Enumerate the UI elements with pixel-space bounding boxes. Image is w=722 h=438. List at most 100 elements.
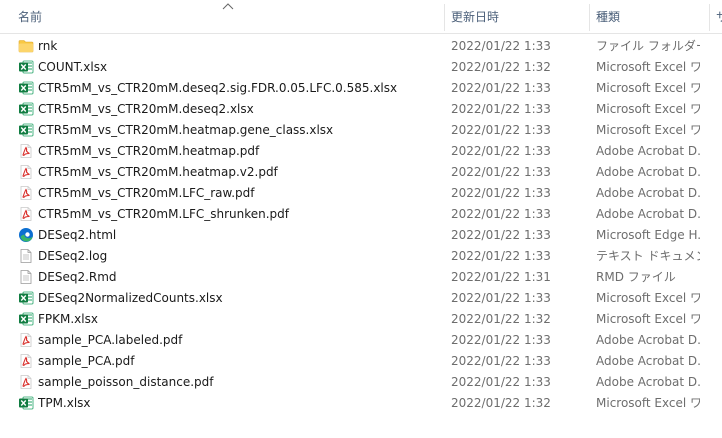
file-row[interactable]: DESeq2NormalizedCounts.xlsx 2022/01/22 1:… [0,288,722,309]
file-name: sample_PCA.labeled.pdf [38,333,183,347]
file-row[interactable]: CTR5mM_vs_CTR20mM.heatmap.pdf 2022/01/22 … [0,141,722,162]
file-name: DESeq2.html [38,228,117,242]
excel-icon [18,311,34,327]
file-row[interactable]: rnk 2022/01/22 1:33 ファイル フォルダー [0,36,722,57]
text-file-icon [18,248,34,264]
pdf-icon [18,185,34,201]
text-file-icon [18,269,34,285]
file-type: Microsoft Excel ワ [596,81,700,95]
file-modified-date: 2022/01/22 1:32 [451,396,551,410]
file-modified-date: 2022/01/22 1:33 [451,291,551,305]
file-row[interactable]: CTR5mM_vs_CTR20mM.heatmap.v2.pdf 2022/01/… [0,162,722,183]
file-type: Microsoft Edge H... [596,228,700,242]
file-row[interactable]: sample_PCA.pdf 2022/01/22 1:33 Adobe Acrob… [0,351,722,372]
file-row[interactable]: COUNT.xlsx 2022/01/22 1:32 Microsoft Excel… [0,57,722,78]
column-separator[interactable] [589,4,590,31]
excel-icon [18,290,34,306]
file-name: sample_poisson_distance.pdf [38,375,214,389]
file-type: テキスト ドキュメント [596,249,700,263]
excel-icon [18,395,34,411]
file-row[interactable]: DESeq2.log 2022/01/22 1:33 テキスト ドキュメント [0,246,722,267]
file-list: rnk 2022/01/22 1:33 ファイル フォルダー COUNT.xlsx 20… [0,36,722,414]
file-name: DESeq2NormalizedCounts.xlsx [38,291,223,305]
column-header-date[interactable]: 更新日時 [451,0,581,34]
pdf-icon [18,164,34,180]
file-modified-date: 2022/01/22 1:33 [451,39,551,53]
file-row[interactable]: sample_poisson_distance.pdf 2022/01/22 1:… [0,372,722,393]
file-modified-date: 2022/01/22 1:33 [451,207,551,221]
file-modified-date: 2022/01/22 1:33 [451,186,551,200]
file-type: Microsoft Excel ワ [596,102,700,116]
file-type: Adobe Acrobat D... [596,354,700,368]
file-modified-date: 2022/01/22 1:33 [451,228,551,242]
file-name: COUNT.xlsx [38,60,108,74]
file-row[interactable]: TPM.xlsx 2022/01/22 1:32 Microsoft Excel ワ [0,393,722,414]
file-explorer: 名前 更新日時 種類 サ rnk 2022/01/22 1:33 ファイル フォルダ… [0,0,722,438]
file-type: RMD ファイル [596,270,676,284]
column-header: 名前 更新日時 種類 サ [0,0,722,34]
file-name: sample_PCA.pdf [38,354,135,368]
file-modified-date: 2022/01/22 1:33 [451,81,551,95]
file-modified-date: 2022/01/22 1:33 [451,102,551,116]
column-header-type[interactable]: 種類 [596,0,706,34]
file-modified-date: 2022/01/22 1:32 [451,312,551,326]
file-row[interactable]: CTR5mM_vs_CTR20mM.LFC_shrunken.pdf 2022/0… [0,204,722,225]
file-row[interactable]: CTR5mM_vs_CTR20mM.LFC_raw.pdf 2022/01/22 … [0,183,722,204]
file-name: DESeq2.log [38,249,108,263]
file-modified-date: 2022/01/22 1:31 [451,270,551,284]
file-type: Adobe Acrobat D... [596,207,700,221]
file-name: CTR5mM_vs_CTR20mM.heatmap.gene_class.xls… [38,123,334,137]
file-name: TPM.xlsx [38,396,91,410]
file-row[interactable]: DESeq2.html 2022/01/22 1:33 Microsoft Edge… [0,225,722,246]
file-type: Microsoft Excel ワ [596,291,700,305]
file-name: CTR5mM_vs_CTR20mM.LFC_raw.pdf [38,186,255,200]
file-name: CTR5mM_vs_CTR20mM.deseq2.sig.FDR.0.05.LF… [38,81,398,95]
file-modified-date: 2022/01/22 1:33 [451,144,551,158]
file-row[interactable]: FPKM.xlsx 2022/01/22 1:32 Microsoft Excel … [0,309,722,330]
file-modified-date: 2022/01/22 1:33 [451,354,551,368]
file-type: Microsoft Excel ワ [596,123,700,137]
file-name: DESeq2.Rmd [38,270,117,284]
file-row[interactable]: CTR5mM_vs_CTR20mM.heatmap.gene_class.xls… [0,120,722,141]
column-header-size[interactable]: サ [716,0,722,34]
file-name: CTR5mM_vs_CTR20mM.heatmap.v2.pdf [38,165,278,179]
folder-icon [18,38,34,54]
file-type: Adobe Acrobat D... [596,144,700,158]
file-name: CTR5mM_vs_CTR20mM.deseq2.xlsx [38,102,254,116]
file-modified-date: 2022/01/22 1:33 [451,375,551,389]
file-modified-date: 2022/01/22 1:33 [451,123,551,137]
pdf-icon [18,143,34,159]
column-separator[interactable] [444,4,445,31]
pdf-icon [18,374,34,390]
file-row[interactable]: CTR5mM_vs_CTR20mM.deseq2.sig.FDR.0.05.LF… [0,78,722,99]
excel-icon [18,101,34,117]
file-name: CTR5mM_vs_CTR20mM.LFC_shrunken.pdf [38,207,290,221]
file-type: Adobe Acrobat D... [596,375,700,389]
file-type: Microsoft Excel ワ [596,396,700,410]
excel-icon [18,122,34,138]
file-type: ファイル フォルダー [596,39,700,53]
pdf-icon [18,332,34,348]
pdf-icon [18,353,34,369]
file-row[interactable]: sample_PCA.labeled.pdf 2022/01/22 1:33 Ado… [0,330,722,351]
column-separator[interactable] [709,4,710,31]
file-modified-date: 2022/01/22 1:32 [451,60,551,74]
file-row[interactable]: CTR5mM_vs_CTR20mM.deseq2.xlsx 2022/01/22 … [0,99,722,120]
file-modified-date: 2022/01/22 1:33 [451,333,551,347]
file-name: CTR5mM_vs_CTR20mM.heatmap.pdf [38,144,260,158]
file-type: Microsoft Excel ワ [596,60,700,74]
file-type: Adobe Acrobat D... [596,186,700,200]
pdf-icon [18,206,34,222]
file-modified-date: 2022/01/22 1:33 [451,249,551,263]
file-modified-date: 2022/01/22 1:33 [451,165,551,179]
excel-icon [18,59,34,75]
file-type: Adobe Acrobat D... [596,333,700,347]
file-type: Microsoft Excel ワ [596,312,700,326]
file-name: FPKM.xlsx [38,312,98,326]
edge-icon [18,227,34,243]
column-header-name[interactable]: 名前 [18,0,438,34]
excel-icon [18,80,34,96]
file-name: rnk [38,39,58,53]
file-type: Adobe Acrobat D... [596,165,700,179]
file-row[interactable]: DESeq2.Rmd 2022/01/22 1:31 RMD ファイル [0,267,722,288]
